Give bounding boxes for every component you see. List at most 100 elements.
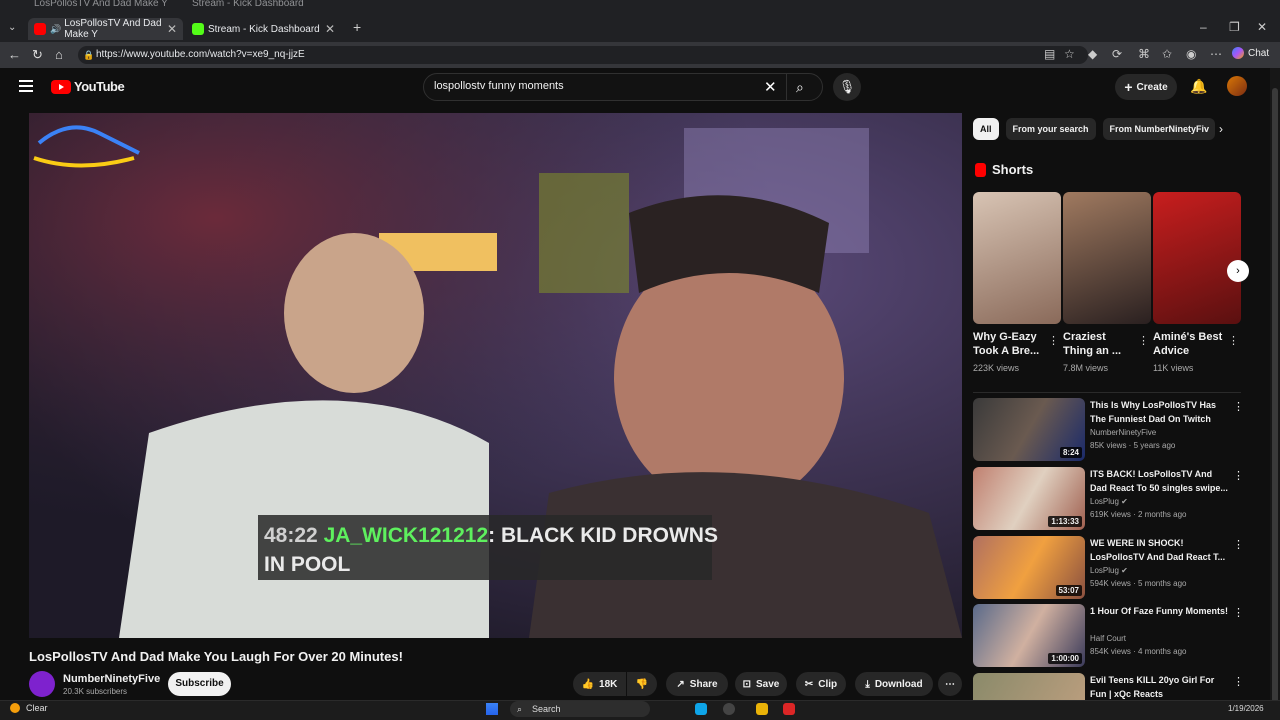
subscribe-button[interactable]: Subscribe (168, 672, 231, 696)
short-title[interactable]: Craziest Thing an ... (1063, 330, 1133, 358)
channel-name[interactable]: LosPlug (1090, 497, 1119, 506)
start-windows-icon[interactable] (486, 703, 498, 715)
edge-app-icon[interactable] (695, 703, 707, 715)
taskbar-search[interactable]: ⌕ Search (510, 701, 650, 717)
share-button[interactable]: ↗ Share (666, 672, 728, 696)
tab-list-chevron-icon[interactable]: ⌄ (8, 22, 16, 33)
video-thumbnail[interactable] (973, 673, 1085, 700)
scrollbar-thumb[interactable] (1272, 88, 1278, 708)
shorts-next-icon[interactable]: › (1227, 260, 1249, 282)
video-title[interactable]: ITS BACK! LosPollosTV And Dad React To 5… (1090, 467, 1228, 495)
short-title[interactable]: Aminé's Best Advice (1153, 330, 1223, 358)
short-thumbnail[interactable] (1153, 192, 1241, 324)
home-icon[interactable]: ⌂ (55, 47, 63, 62)
search-icon[interactable]: ⌕ (796, 79, 804, 96)
chip-all[interactable]: All (973, 118, 999, 140)
app-icon[interactable] (723, 703, 735, 715)
chip-from-search[interactable]: From your search (1005, 118, 1096, 140)
reader-icon[interactable]: ▤ (1044, 47, 1055, 61)
video-caption-overlay: 48:22 JA_WICK121212: BLACK KID DROWNS IN… (258, 515, 718, 580)
video-meta: 85K views · 5 years ago (1090, 441, 1176, 450)
close-tab-icon[interactable]: ✕ (325, 22, 335, 36)
menu-dots-icon[interactable]: ⋯ (1210, 47, 1222, 61)
channel-row[interactable]: LosPlug ✔ (1090, 566, 1128, 575)
channel-name[interactable]: NumberNinetyFive (1090, 428, 1156, 437)
download-button[interactable]: ⤓ Download (855, 672, 933, 696)
channel-name[interactable]: NumberNinetyFive (63, 673, 160, 685)
more-vert-icon[interactable]: ⋮ (1233, 675, 1241, 688)
short-thumbnail[interactable] (1063, 192, 1151, 324)
more-actions-button[interactable]: ⋯ (938, 672, 962, 696)
short-item[interactable]: Craziest Thing an ... 7.8M views ⋮ (1063, 192, 1151, 373)
person-left-head (284, 233, 424, 393)
chip-from-channel[interactable]: From NumberNinetyFiv (1102, 118, 1215, 140)
minimize-icon[interactable]: – (1200, 20, 1207, 34)
tab-video[interactable]: 🔊 LosPollosTV And Dad Make Y ✕ (28, 18, 183, 40)
clip-button[interactable]: ✂ Clip (796, 672, 846, 696)
video-thumbnail[interactable]: 8:24 (973, 398, 1085, 461)
recommended-video[interactable]: 53:07 WE WERE IN SHOCK! LosPollosTV And … (973, 536, 1244, 600)
like-count: 18K (599, 678, 618, 690)
file-explorer-icon[interactable] (756, 703, 768, 715)
short-item[interactable]: Aminé's Best Advice 11K views ⋮ (1153, 192, 1241, 373)
microphone-icon[interactable]: 🎙 (833, 73, 861, 101)
recommended-video[interactable]: 1:13:33 ITS BACK! LosPollosTV And Dad Re… (973, 467, 1244, 531)
close-window-icon[interactable]: ✕ (1257, 20, 1267, 34)
save-button[interactable]: ⊡ Save (735, 672, 787, 696)
page-scrollbar[interactable] (1270, 68, 1280, 708)
reload-icon[interactable]: ↻ (32, 47, 43, 63)
video-title[interactable]: Evil Teens KILL 20yo Girl For Fun | xQc … (1090, 673, 1228, 700)
like-button[interactable]: 👍 18K (573, 672, 626, 696)
back-icon[interactable]: ← (8, 47, 21, 62)
close-tab-icon[interactable]: ✕ (167, 22, 177, 36)
video-thumbnail[interactable]: 1:13:33 (973, 467, 1085, 530)
channel-row[interactable]: LosPlug ✔ (1090, 497, 1128, 506)
hamburger-menu-icon[interactable] (19, 80, 33, 92)
tab-kick[interactable]: Stream - Kick Dashboard ✕ (186, 18, 341, 40)
weather-widget[interactable]: Clear (10, 703, 48, 713)
more-vert-icon[interactable]: ⋮ (1233, 606, 1244, 619)
short-item[interactable]: Why G-Eazy Took A Bre... 223K views ⋮ (973, 192, 1061, 373)
favorites-icon[interactable]: ✩ (1162, 47, 1172, 61)
channel-name[interactable]: Half Court (1090, 634, 1126, 643)
dislike-button[interactable]: 👎 (627, 672, 657, 696)
more-vert-icon[interactable]: ⋮ (1138, 334, 1149, 347)
filter-chips: All From your search From NumberNinetyFi… (973, 118, 1215, 140)
more-vert-icon[interactable]: ⋮ (1233, 469, 1244, 482)
recommended-video[interactable]: 8:24 This Is Why LosPollosTV Has The Fun… (973, 398, 1244, 462)
recommended-video[interactable]: 1:00:00 1 Hour Of Fazе Funny Moments! Ha… (973, 604, 1244, 668)
channel-name[interactable]: LosPlug (1090, 566, 1119, 575)
recommended-video[interactable]: Evil Teens KILL 20yo Girl For Fun | xQc … (973, 673, 1241, 700)
video-thumbnail[interactable]: 53:07 (973, 536, 1085, 599)
favorite-star-icon[interactable]: ☆ (1064, 47, 1075, 61)
profile-icon[interactable]: ◉ (1186, 47, 1196, 61)
refresh-ext-icon[interactable]: ⟳ (1112, 47, 1122, 61)
chevron-right-icon[interactable]: › (1219, 122, 1223, 136)
collections-icon[interactable]: ⌘ (1138, 47, 1150, 61)
short-thumbnail[interactable] (973, 192, 1061, 324)
video-title[interactable]: This Is Why LosPollosTV Has The Funniest… (1090, 398, 1228, 426)
more-vert-icon[interactable]: ⋮ (1233, 400, 1244, 413)
video-title[interactable]: WE WERE IN SHOCK! LosPollosTV And Dad Re… (1090, 536, 1228, 564)
channel-avatar[interactable] (29, 671, 55, 697)
create-button[interactable]: + Create (1115, 74, 1177, 100)
notifications-bell-icon[interactable]: 🔔 (1190, 78, 1207, 95)
search-input[interactable]: lospollostv funny moments (434, 80, 564, 92)
clear-search-icon[interactable]: ✕ (764, 78, 777, 96)
more-vert-icon[interactable]: ⋮ (1228, 334, 1239, 347)
speaker-icon[interactable]: 🔊 (50, 24, 61, 35)
new-tab-icon[interactable]: + (353, 19, 361, 35)
video-thumbnail[interactable]: 1:00:00 (973, 604, 1085, 667)
url-field[interactable]: 🔒 https://www.youtube.com/watch?v=xe9_nq… (78, 46, 1088, 64)
brave-app-icon[interactable] (783, 703, 795, 715)
account-avatar[interactable] (1227, 76, 1247, 96)
copilot-chat-button[interactable]: Chat (1232, 47, 1269, 59)
short-title[interactable]: Why G-Eazy Took A Bre... (973, 330, 1043, 358)
youtube-logo[interactable]: YouTube (51, 79, 125, 94)
more-vert-icon[interactable]: ⋮ (1048, 334, 1059, 347)
video-title[interactable]: 1 Hour Of Fazе Funny Moments! (1090, 604, 1228, 618)
extension-icon[interactable]: ◆ (1088, 47, 1097, 61)
search-box[interactable]: lospollostv funny moments ✕ ⌕ (423, 73, 823, 101)
maximize-icon[interactable]: ❐ (1229, 20, 1240, 34)
more-vert-icon[interactable]: ⋮ (1233, 538, 1244, 551)
